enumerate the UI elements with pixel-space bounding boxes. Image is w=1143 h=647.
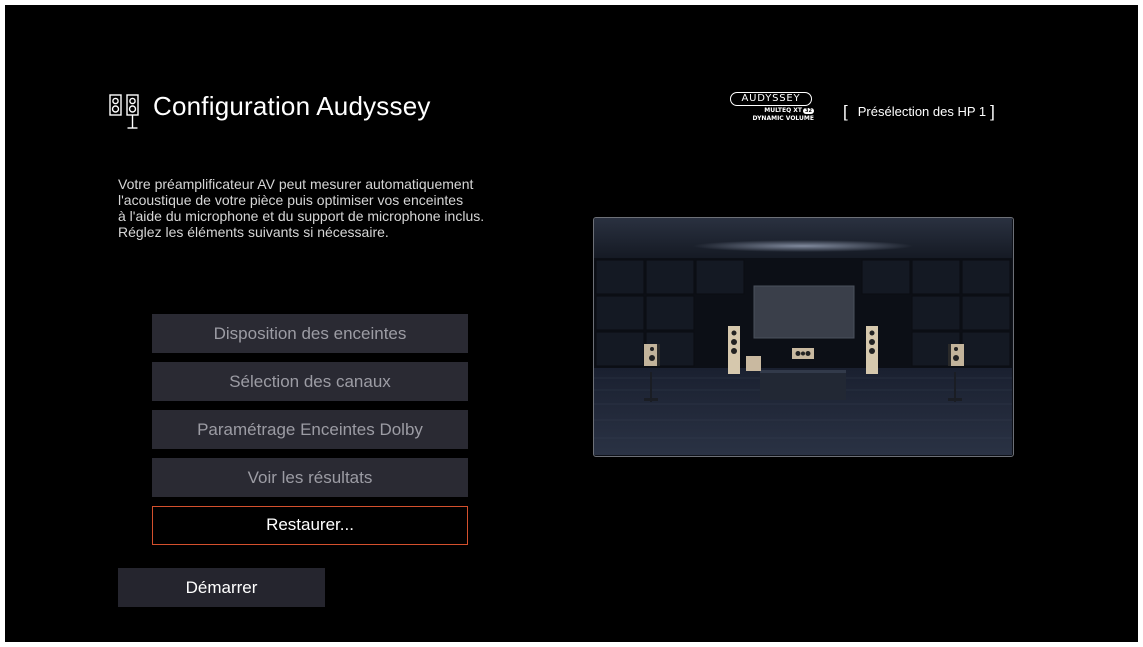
- speaker-preset-indicator: [ Présélection des HP 1]: [843, 102, 995, 122]
- description-line: l'acoustique de votre pièce puis optimis…: [118, 192, 464, 208]
- speakers-icon: [109, 94, 141, 130]
- bracket-left-icon: [: [843, 102, 848, 121]
- multeq-badge: 32: [803, 108, 814, 114]
- multeq-label: MULTEQ XT 32: [764, 107, 814, 114]
- room-illustration: [593, 217, 1014, 457]
- audyssey-logo: AUDYSSEY MULTEQ XT 32 DYNAMIC VOLUME: [728, 92, 816, 128]
- menu-item-dolby-speaker-setup[interactable]: Paramétrage Enceintes Dolby: [152, 410, 468, 449]
- menu-item-channel-selection[interactable]: Sélection des canaux: [152, 362, 468, 401]
- description-line: Réglez les éléments suivants si nécessai…: [118, 224, 389, 240]
- menu-item-restore[interactable]: Restaurer...: [152, 506, 468, 545]
- menu-item-speaker-layout[interactable]: Disposition des enceintes: [152, 314, 468, 353]
- bracket-right-icon: ]: [990, 102, 995, 121]
- page-title: Configuration Audyssey: [153, 91, 431, 121]
- speaker-preset-label: Présélection des HP 1: [857, 104, 987, 119]
- description-line: à l'aide du microphone et du support de …: [118, 208, 485, 224]
- menu-item-view-results[interactable]: Voir les résultats: [152, 458, 468, 497]
- description-text: Votre préamplificateur AV peut mesurer a…: [118, 176, 588, 240]
- dynamic-volume-label: DYNAMIC VOLUME: [752, 115, 814, 122]
- start-button[interactable]: Démarrer: [118, 568, 325, 607]
- description-line: Votre préamplificateur AV peut mesurer a…: [118, 176, 474, 192]
- audyssey-logo-text: AUDYSSEY: [730, 92, 812, 106]
- screen: Configuration Audyssey AUDYSSEY MULTEQ X…: [5, 5, 1138, 642]
